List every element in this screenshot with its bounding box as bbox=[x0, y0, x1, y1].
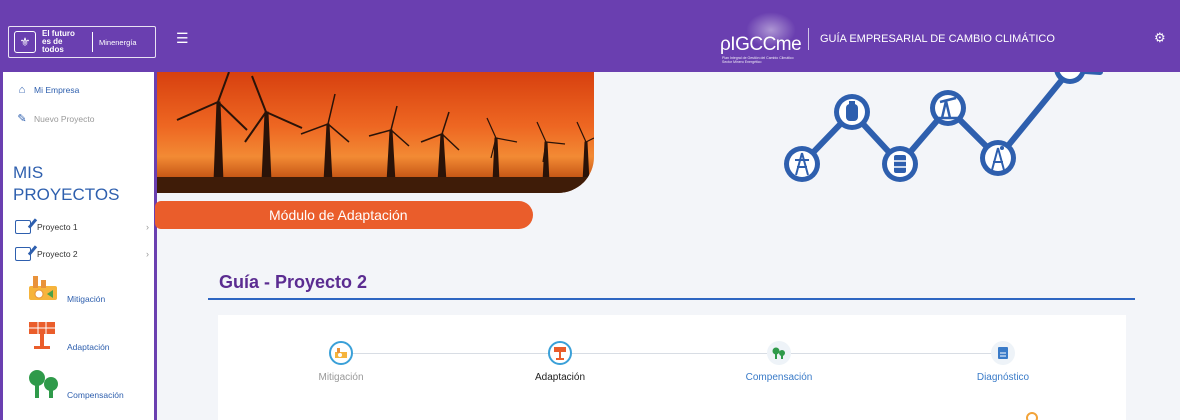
brand-divider bbox=[808, 28, 809, 50]
solar-panel-icon bbox=[27, 320, 63, 352]
oil-pump-icon bbox=[930, 90, 966, 126]
module-label: Mitigación bbox=[67, 294, 106, 304]
title-underline bbox=[208, 298, 1135, 300]
edit-icon bbox=[15, 220, 31, 234]
page-header-title: GUÍA EMPRESARIAL DE CAMBIO CLIMÁTICO bbox=[820, 33, 1055, 45]
coat-of-arms-icon: ⚜ bbox=[14, 31, 36, 53]
logo-divider bbox=[92, 32, 93, 52]
pigccme-logo: ρIGCCme Plan Integral de Gestión del Cam… bbox=[720, 12, 802, 70]
oil-barrel-icon bbox=[882, 146, 918, 182]
government-logo[interactable]: ⚜ El futuro es de todos Minenergía bbox=[8, 26, 156, 58]
oil-rig-icon bbox=[980, 140, 1016, 176]
module-title-label: Módulo de Adaptación bbox=[155, 201, 533, 229]
wind-turbines-image bbox=[176, 72, 594, 183]
brand-name: ρIGCCme bbox=[720, 34, 802, 55]
sidebar: ⌂ Mi Empresa ✎ Nuevo Proyecto MIS PROYEC… bbox=[0, 72, 157, 420]
solar-panel-icon bbox=[548, 341, 572, 365]
module-banner-image bbox=[157, 72, 594, 193]
page-title: Guía - Proyecto 2 bbox=[219, 272, 368, 292]
sidebar-item-label: Mi Empresa bbox=[34, 85, 80, 95]
document-icon bbox=[991, 341, 1015, 365]
ministry-name: Minenergía bbox=[99, 37, 137, 47]
gear-icon[interactable]: ⚙ bbox=[1154, 30, 1166, 46]
step-label: Mitigación bbox=[318, 372, 364, 383]
module-link-mitigacion[interactable]: Mitigación bbox=[27, 272, 105, 304]
sidebar-item-proyecto-1[interactable]: Proyecto 1 › bbox=[15, 220, 155, 234]
ground-silhouette bbox=[157, 177, 594, 193]
energy-network-graphic bbox=[784, 72, 1103, 182]
factory-icon bbox=[329, 341, 353, 365]
step-label: Diagnóstico bbox=[976, 372, 1030, 383]
top-bar: ⚜ El futuro es de todos Minenergía ☰ ρIG… bbox=[0, 0, 1180, 72]
pencil-icon: ✎ bbox=[17, 113, 27, 125]
step-label: Compensación bbox=[745, 372, 813, 383]
module-link-adaptacion[interactable]: Adaptación bbox=[27, 320, 110, 352]
step-mitigacion[interactable]: Mitigación bbox=[281, 341, 401, 383]
module-link-compensacion[interactable]: Compensación bbox=[27, 368, 124, 400]
home-icon: ⌂ bbox=[18, 84, 26, 96]
project-label: Proyecto 1 bbox=[37, 222, 78, 232]
trees-icon bbox=[27, 368, 63, 400]
chevron-right-icon: › bbox=[146, 222, 149, 232]
mis-proyectos-heading: MIS PROYECTOS bbox=[13, 163, 120, 204]
step-label: Adaptación bbox=[534, 372, 586, 383]
module-label: Adaptación bbox=[67, 342, 110, 352]
factory-icon bbox=[27, 272, 63, 304]
module-label: Compensación bbox=[67, 390, 124, 400]
edit-icon bbox=[15, 247, 31, 261]
transmission-tower-icon bbox=[784, 146, 820, 182]
brand-subtitle: Plan Integral de Gestión del Cambio Clim… bbox=[722, 56, 794, 64]
step-adaptacion[interactable]: Adaptación bbox=[500, 341, 620, 383]
trees-icon bbox=[767, 341, 791, 365]
project-label: Proyecto 2 bbox=[37, 249, 78, 259]
logo-slogan: El futuro es de todos bbox=[42, 29, 75, 54]
sun-icon bbox=[1026, 412, 1038, 420]
sidebar-item-mi-empresa[interactable]: ⌂ Mi Empresa bbox=[15, 84, 80, 96]
chevron-right-icon: › bbox=[146, 249, 149, 259]
step-diagnostico[interactable]: Diagnóstico bbox=[943, 341, 1063, 383]
gas-cylinder-icon bbox=[834, 94, 870, 130]
step-compensacion[interactable]: Compensación bbox=[719, 341, 839, 383]
menu-icon[interactable]: ☰ bbox=[176, 31, 189, 45]
sidebar-item-nuevo-proyecto[interactable]: ✎ Nuevo Proyecto bbox=[15, 112, 94, 125]
progress-stepper: Mitigación Adaptación Compensación Diagn… bbox=[218, 315, 1126, 420]
sidebar-item-proyecto-2[interactable]: Proyecto 2 › bbox=[15, 247, 155, 261]
sidebar-item-label: Nuevo Proyecto bbox=[34, 113, 95, 124]
